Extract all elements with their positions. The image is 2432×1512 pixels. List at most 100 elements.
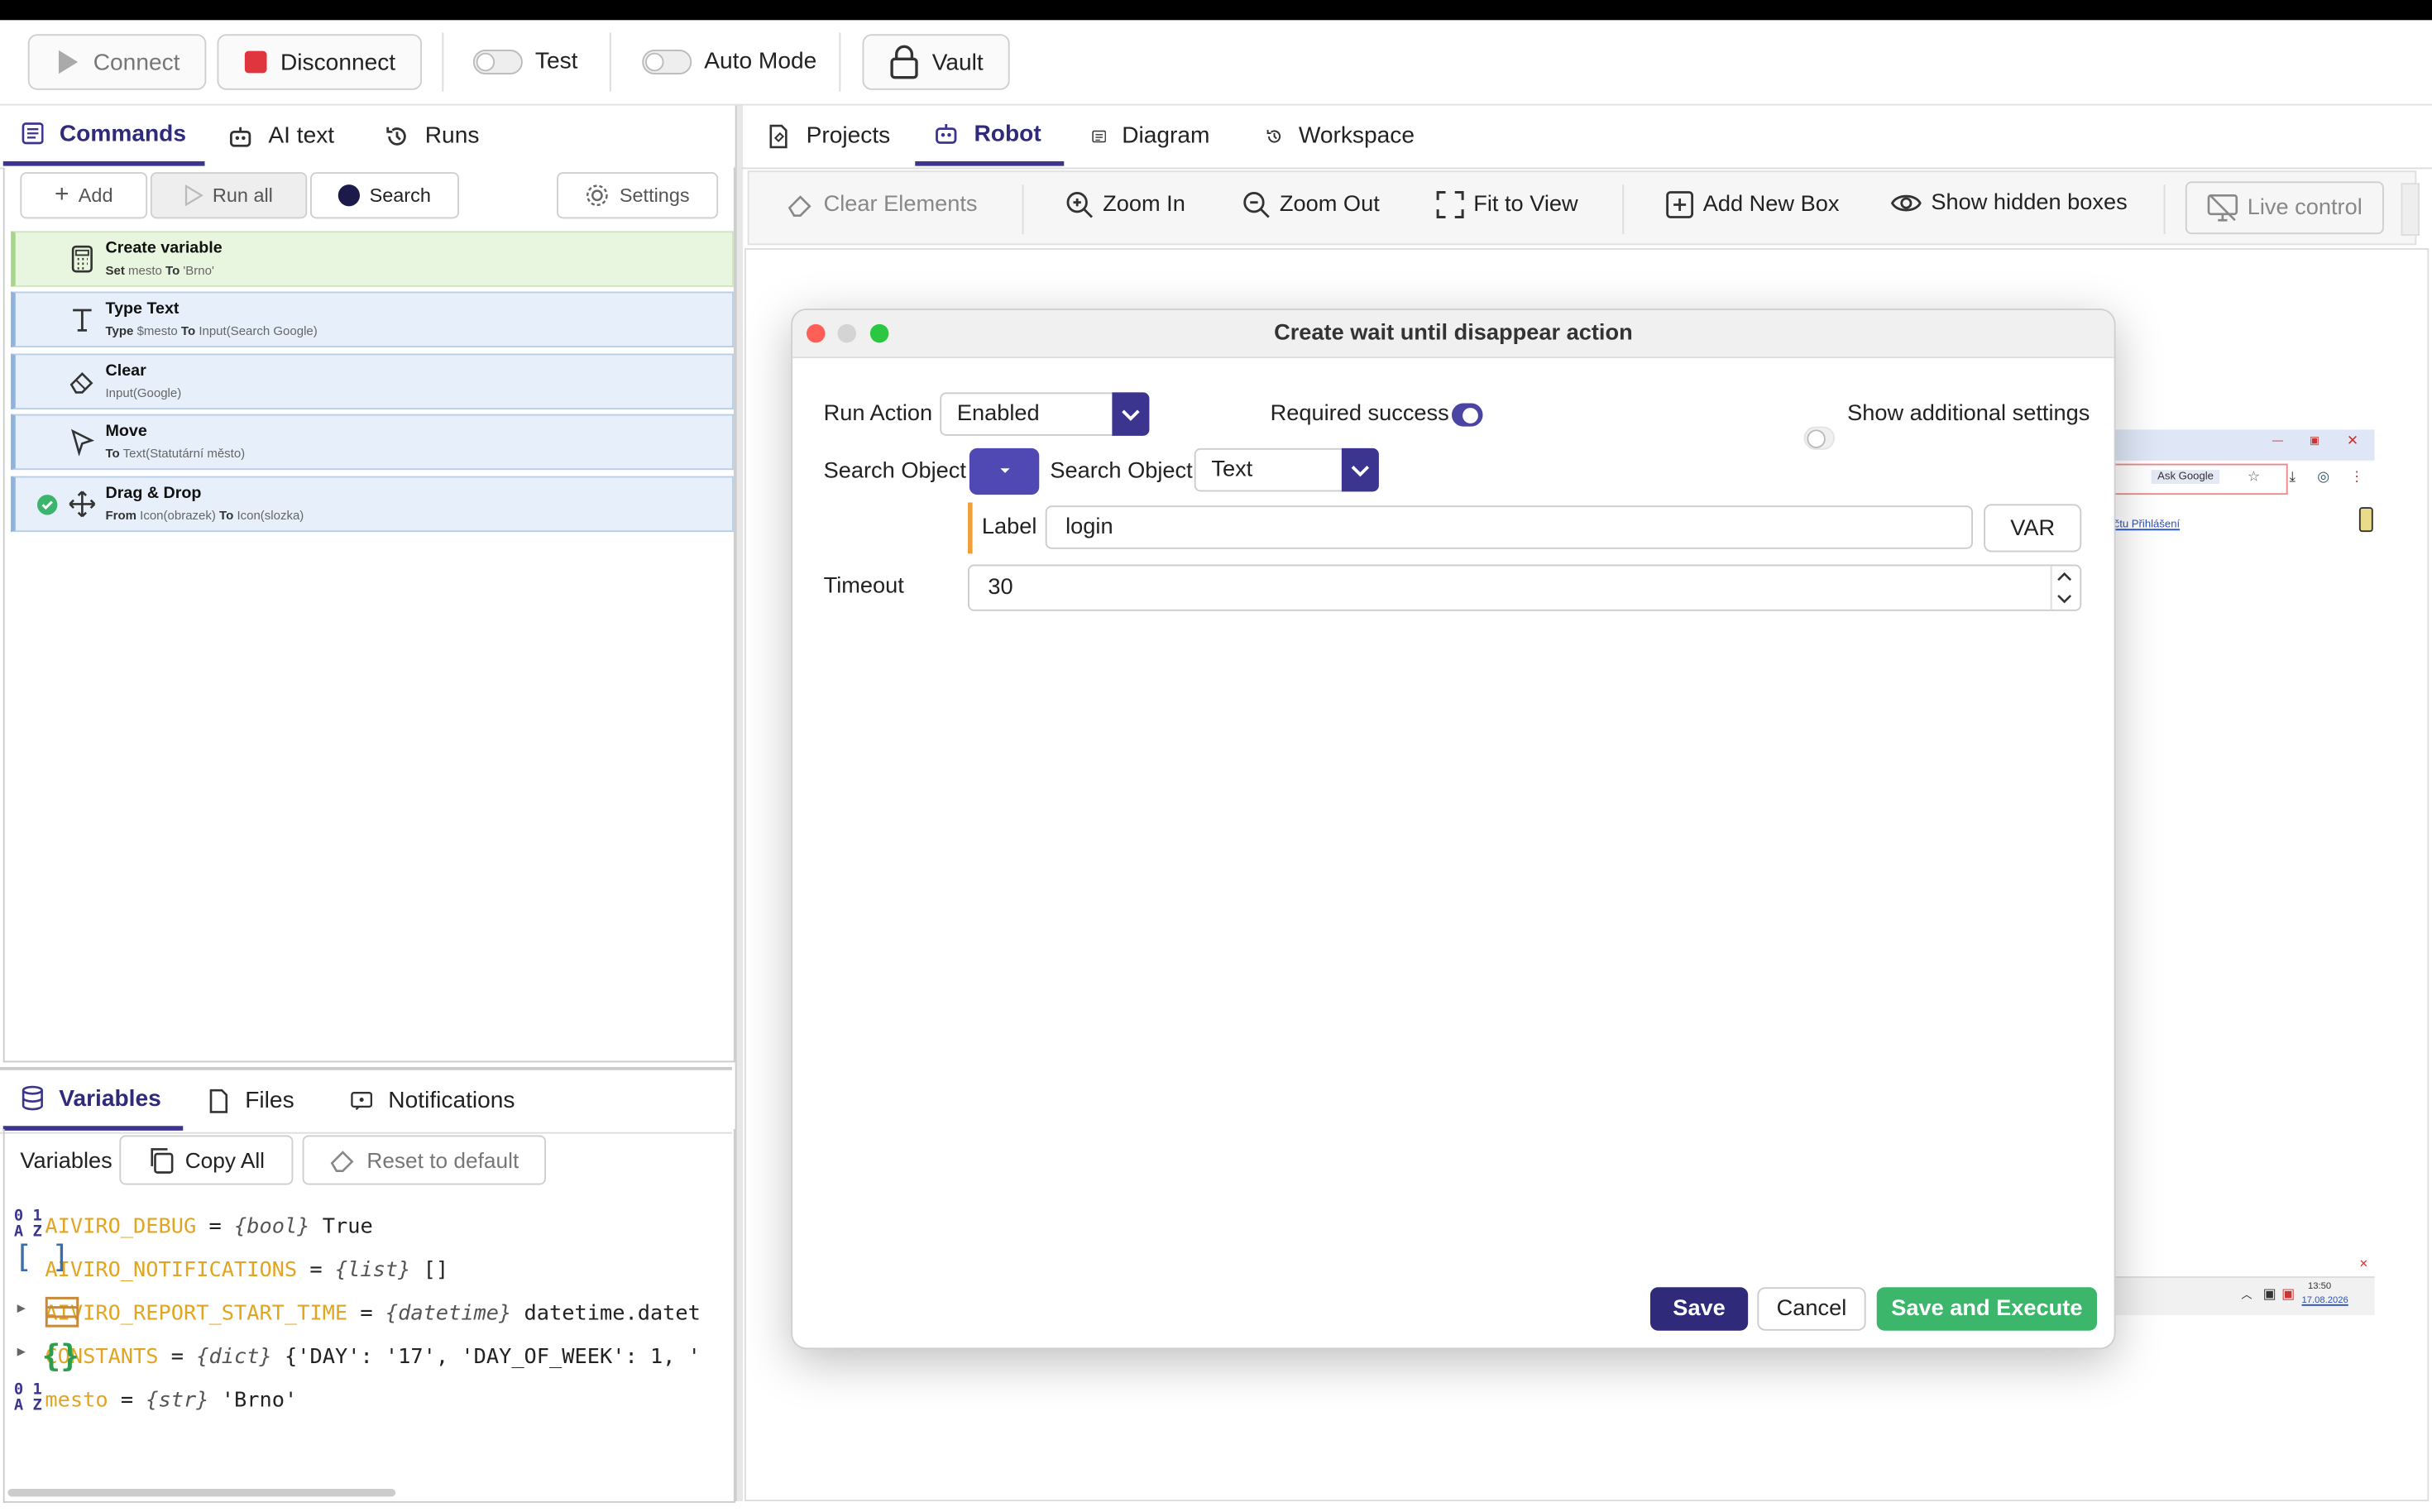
success-check-icon — [37, 495, 58, 515]
tab-notifications[interactable]: Notifications — [332, 1070, 534, 1131]
add-button[interactable]: + Add — [20, 172, 148, 219]
command-row-type-text[interactable]: Type Text Type $mesto To Input(Search Go… — [11, 291, 734, 347]
commands-panel: + Add Run all Search Settings Create var… — [2, 167, 735, 1063]
tab-workspace[interactable]: Workspace — [1247, 106, 1434, 166]
tab-diagram[interactable]: Diagram — [1074, 106, 1229, 166]
live-control-button[interactable]: Live control — [2185, 181, 2384, 235]
var-button[interactable]: VAR — [1984, 504, 2082, 553]
copy-icon — [151, 1148, 175, 1174]
run-action-label: Run Action — [823, 401, 933, 427]
divider — [839, 32, 841, 92]
eraser-icon — [788, 195, 811, 217]
chevron-down-icon[interactable] — [2054, 590, 2075, 609]
search-button[interactable]: Search — [310, 172, 459, 219]
zoom-out-icon — [1243, 192, 1270, 218]
document-icon — [769, 123, 788, 148]
zoom-in-button[interactable]: Zoom In — [1065, 191, 1185, 219]
search-object-select[interactable]: Text — [1194, 447, 1379, 492]
zoom-in-icon — [1066, 192, 1093, 218]
command-title: Clear — [105, 361, 146, 380]
command-detail: To Text(Statutární město) — [105, 447, 246, 461]
window-top-bar — [0, 0, 2432, 21]
history-icon — [1266, 129, 1281, 142]
test-switch[interactable] — [472, 49, 523, 74]
search-object-type-button[interactable] — [969, 447, 1040, 495]
test-toggle[interactable]: Test — [472, 48, 577, 74]
command-row-move[interactable]: Move To Text(Statutární město) — [11, 414, 734, 471]
save-button[interactable]: Save — [1650, 1287, 1749, 1331]
panel-splitter[interactable] — [735, 105, 744, 1501]
fit-to-view-button[interactable]: Fit to View — [1436, 191, 1578, 219]
preview-ask-google: Ask Google — [2151, 470, 2220, 484]
tab-projects[interactable]: Projects — [748, 106, 909, 166]
timeout-label: Timeout — [823, 573, 904, 599]
settings-button[interactable]: Settings — [557, 172, 719, 219]
create-wait-dialog: Create wait until disappear action Run A… — [791, 309, 2116, 1350]
command-row-drag-drop[interactable]: Drag & Drop From Icon(obrazek) To Icon(s… — [11, 476, 734, 533]
move-icon — [69, 490, 96, 518]
save-and-execute-button[interactable]: Save and Execute — [1876, 1287, 2097, 1331]
show-hidden-boxes-button[interactable]: Show hidden boxes — [1890, 191, 2128, 216]
restore-icon: ▣ — [2309, 435, 2320, 447]
tab-variables[interactable]: Variables — [2, 1070, 184, 1131]
variable-row[interactable]: ▶ AIVIRO_REPORT_START_TIME = {datetime} … — [17, 1296, 701, 1328]
tab-commands[interactable]: Commands — [2, 106, 205, 166]
reset-to-default-button[interactable]: Reset to default — [302, 1135, 546, 1185]
auto-mode-toggle[interactable]: Auto Mode — [642, 48, 816, 74]
horizontal-scrollbar[interactable] — [7, 1489, 396, 1497]
run-action-select[interactable]: Enabled — [940, 392, 1150, 436]
command-row-clear[interactable]: Clear Input(Google) — [11, 353, 734, 409]
timeout-input[interactable]: 30 — [968, 564, 2082, 611]
minimize-window-button[interactable] — [837, 323, 856, 343]
caret-down-icon — [999, 468, 1009, 473]
required-success-toggle[interactable] — [1452, 403, 1483, 427]
toolbar-overflow[interactable] — [2401, 183, 2420, 236]
variable-row[interactable]: 0 1A Z mesto = {str} 'Brno' — [14, 1383, 297, 1414]
variable-row[interactable]: 0 1A Z AIVIRO_DEBUG = {bool} True — [14, 1209, 373, 1241]
label-input[interactable]: login — [1045, 505, 1973, 549]
timeout-stepper[interactable] — [2050, 566, 2077, 610]
calculator-icon — [71, 245, 93, 273]
vault-button[interactable]: Vault — [862, 34, 1010, 90]
play-icon — [58, 50, 79, 74]
show-additional-toggle[interactable] — [1803, 426, 1836, 450]
command-detail: Type $mesto To Input(Search Google) — [105, 323, 318, 338]
command-title: Type Text — [105, 299, 180, 318]
close-window-button[interactable] — [807, 323, 826, 343]
tab-ai-text[interactable]: AI text — [209, 106, 365, 166]
search-object-label-2: Search Object — [1050, 459, 1193, 484]
clear-elements-button[interactable]: Clear Elements — [787, 191, 977, 219]
fit-view-icon — [1436, 191, 1464, 218]
maximize-window-button[interactable] — [869, 323, 889, 343]
expand-arrow-icon[interactable]: ▶ — [17, 1301, 26, 1317]
command-title: Drag & Drop — [105, 484, 202, 503]
notification-icon — [351, 1091, 373, 1110]
robot-icon — [229, 126, 251, 146]
search-icon — [338, 184, 361, 207]
label-accent-bar — [968, 502, 973, 554]
divider — [1022, 184, 1024, 235]
run-all-button[interactable]: Run all — [150, 172, 308, 219]
command-row-create-variable[interactable]: Create variable Set mesto To 'Brno' — [11, 231, 734, 287]
eraser-icon — [69, 372, 93, 394]
connect-button[interactable]: Connect — [27, 34, 207, 90]
auto-mode-switch[interactable] — [642, 49, 692, 74]
list-icon — [22, 122, 44, 145]
expand-arrow-icon[interactable]: ▶ — [17, 1345, 26, 1361]
variable-row[interactable]: ▶ {} CONSTANTS = {dict} {'DAY': '17', 'D… — [17, 1337, 701, 1374]
variable-row[interactable]: [ ] AIVIRO_NOTIFICATIONS = {list} [] — [14, 1241, 448, 1283]
preview-taskbar: ︿ ▣ ▣ 13:50 17.08.2026 — [2110, 1276, 2375, 1315]
command-title: Create variable — [105, 238, 223, 258]
close-icon: ✕ — [2358, 1259, 2368, 1270]
play-icon — [184, 184, 203, 207]
tab-files[interactable]: Files — [189, 1070, 320, 1131]
zoom-out-button[interactable]: Zoom Out — [1242, 191, 1380, 219]
copy-all-button[interactable]: Copy All — [119, 1135, 294, 1185]
chevron-up-icon[interactable] — [2054, 567, 2075, 586]
disconnect-button[interactable]: Disconnect — [217, 34, 422, 90]
cancel-button[interactable]: Cancel — [1757, 1287, 1866, 1331]
add-new-box-button[interactable]: Add New Box — [1666, 191, 1839, 219]
tab-runs[interactable]: Runs — [366, 106, 506, 166]
tab-robot[interactable]: Robot — [915, 106, 1065, 166]
preview-battery-icon — [2358, 507, 2373, 533]
